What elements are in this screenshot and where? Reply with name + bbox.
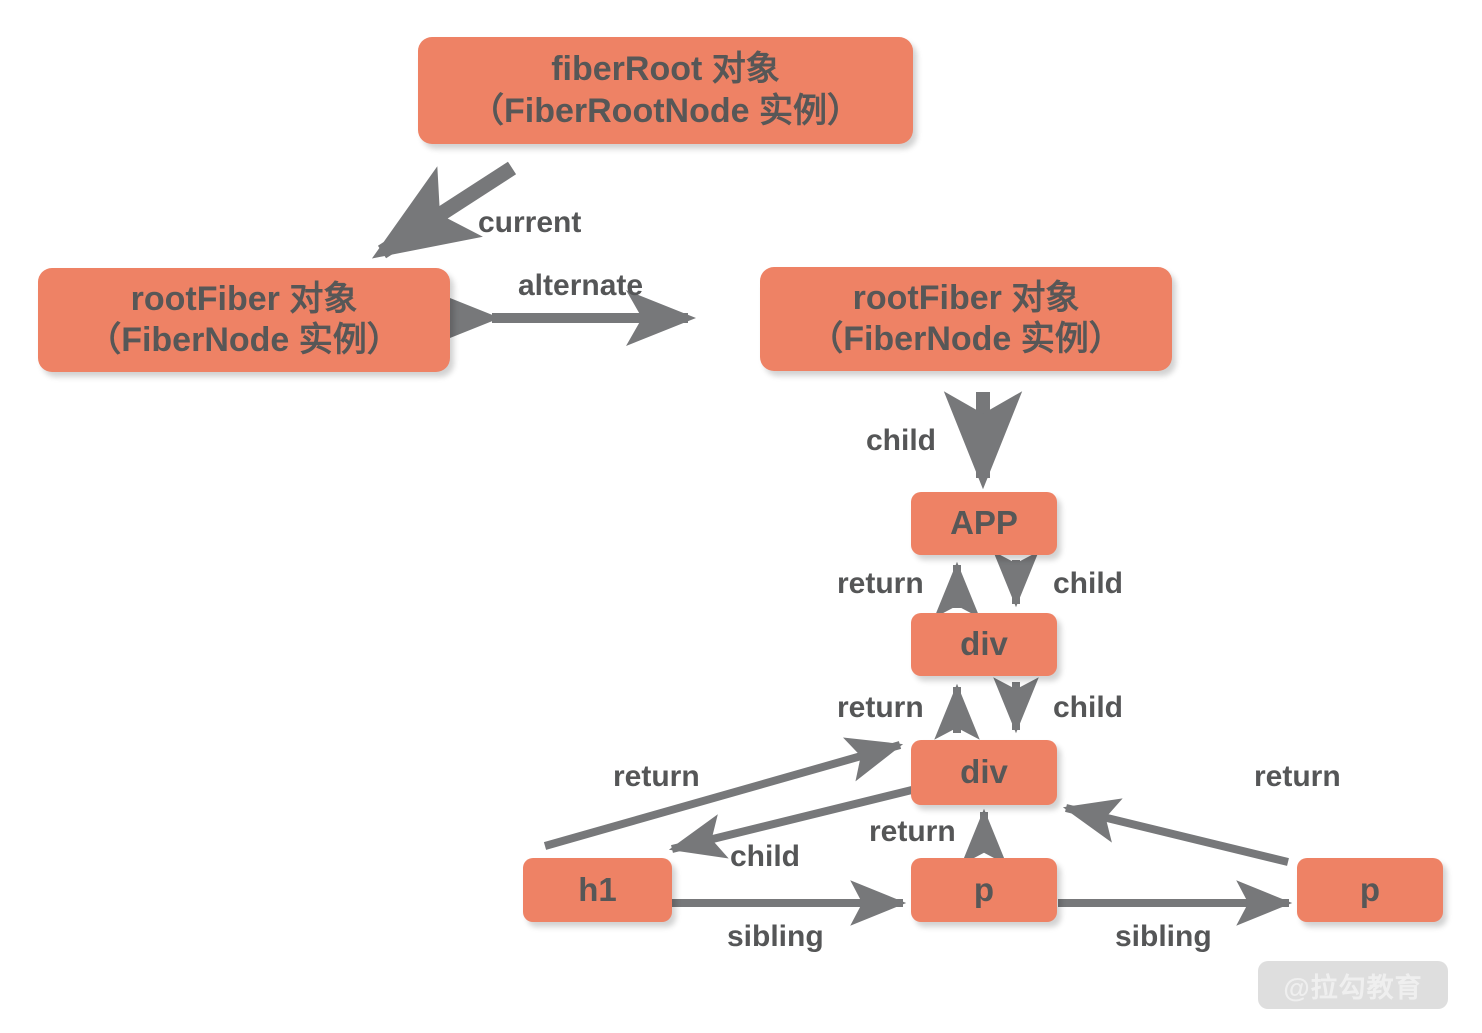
edge-label-return-p-middle: return xyxy=(869,815,956,848)
fiber-tree-diagram: fiberRoot 对象 （FiberRootNode 实例） rootFibe… xyxy=(0,0,1482,1033)
node-label-line1: fiberRoot 对象 xyxy=(551,50,780,89)
edge-label-child-h1: child xyxy=(730,840,801,873)
edge-label-child-root: child xyxy=(866,424,937,457)
edge-label-return-div1: return xyxy=(837,691,924,724)
edge-label-return-p-right: return xyxy=(1254,760,1341,793)
edge-label-return-app: return xyxy=(837,567,924,600)
node-label-line1: div xyxy=(960,625,1008,663)
node-div-outer[interactable]: div xyxy=(911,613,1057,676)
node-h1[interactable]: h1 xyxy=(523,858,672,922)
edge-label-child-div1: child xyxy=(1053,691,1124,724)
node-div-inner[interactable]: div xyxy=(911,740,1057,805)
node-label-line2: （FiberNode 实例） xyxy=(87,321,401,359)
node-label-line1: rootFiber 对象 xyxy=(130,279,358,318)
node-label-line2: （FiberRootNode 实例） xyxy=(470,91,861,130)
node-label-line1: rootFiber 对象 xyxy=(852,278,1080,317)
edge-label-current: current xyxy=(478,206,582,239)
edge-label-return-h1: return xyxy=(613,760,700,793)
node-p-middle[interactable]: p xyxy=(911,858,1057,922)
edge-label-child-app: child xyxy=(1053,567,1124,600)
node-label-line2: （FiberNode 实例） xyxy=(809,320,1123,358)
edge-label-sibling-p-middle: sibling xyxy=(1115,920,1212,953)
node-fiberroot[interactable]: fiberRoot 对象 （FiberRootNode 实例） xyxy=(418,37,913,144)
edge-return-pright-div2 xyxy=(1062,798,1289,866)
node-rootfiber-right[interactable]: rootFiber 对象 （FiberNode 实例） xyxy=(760,267,1172,371)
node-label-line1: APP xyxy=(950,504,1018,542)
edge-label-sibling-h1: sibling xyxy=(727,920,824,953)
node-rootfiber-left[interactable]: rootFiber 对象 （FiberNode 实例） xyxy=(38,268,450,372)
node-label-line1: div xyxy=(960,753,1008,791)
node-label-line1: p xyxy=(973,870,995,908)
node-label-line1: h1 xyxy=(578,870,617,908)
watermark: @拉勾教育 xyxy=(1258,961,1448,1009)
node-p-right[interactable]: p xyxy=(1297,858,1443,922)
node-label-line1: p xyxy=(1359,870,1381,908)
edge-return-h1-div2 xyxy=(543,737,904,850)
diagram-edges xyxy=(371,161,1293,926)
edge-label-alternate: alternate xyxy=(518,269,644,302)
node-app[interactable]: APP xyxy=(911,492,1057,555)
